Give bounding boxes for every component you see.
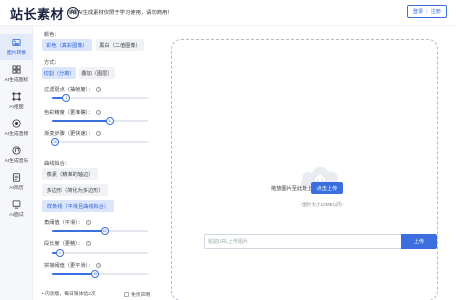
help-icon[interactable]: ? xyxy=(85,220,91,226)
ai-icon-icon xyxy=(12,65,21,74)
url-upload-row: 粘贴URL上传图片 上传 xyxy=(204,234,437,249)
curve-option-spline[interactable]: 样条线（平滑且曲线拟合） xyxy=(42,200,114,212)
slider-spot-filter[interactable]: 4 xyxy=(52,93,148,103)
top-header: 站长素材 AI 所有AI生成素材仅限于学习使用，请勿商用！ 登录 | 注册 xyxy=(0,0,456,26)
slider-label-splice-threshold: 拼接阈值（更平滑）：? xyxy=(44,263,102,269)
mode-option-overlay[interactable]: 叠加（图层） xyxy=(79,67,115,79)
url-upload-button[interactable]: 上传 xyxy=(401,234,437,249)
slider-fill xyxy=(52,273,96,275)
curve-fit-label: 曲线拟合： xyxy=(44,161,70,167)
slider-label-corner-threshold: 角阈值（平滑）：? xyxy=(44,220,91,226)
nav-label: AI简历 xyxy=(9,186,24,191)
curve-option-pixel[interactable]: 像素（精准的轴边） xyxy=(42,168,98,180)
disclaimer-checkbox[interactable]: 免责声明 xyxy=(124,291,150,298)
nav-label: AI生成音乐 xyxy=(4,159,29,164)
nav-label: 图片转换 xyxy=(6,51,27,56)
color-option-binary[interactable]: 黑白（二值图像） xyxy=(96,39,144,51)
click-upload-button[interactable]: 点击上传 xyxy=(311,182,343,194)
resume-icon xyxy=(12,173,21,182)
left-nav: 图片转换 AI生成图标 AI抠图 AI生成音频 AI生成音乐 AI简历 AI面试 xyxy=(0,26,33,300)
slider-fill xyxy=(52,120,110,122)
checkbox-box[interactable] xyxy=(124,292,129,297)
nav-item-ai-interview[interactable]: AI面试 xyxy=(0,196,33,222)
slider-color-precision[interactable]: 6 xyxy=(52,116,148,126)
nav-item-ai-audio[interactable]: AI生成音频 xyxy=(0,115,33,141)
slider-splice-threshold[interactable]: 45 xyxy=(52,269,148,279)
nav-label: AI面试 xyxy=(9,213,24,218)
nav-item-ai-icon[interactable]: AI生成图标 xyxy=(0,61,33,87)
curve-option-polygon[interactable]: 多边形（简化为多边形） xyxy=(42,184,108,196)
cutout-icon xyxy=(12,92,21,101)
nav-label: AI生成图标 xyxy=(4,78,29,83)
slider-label-color-precision: 色彩精度（更准确）：? xyxy=(44,110,102,116)
main-area: 拖放图片至此处上传，或 点击上传 - 图片大小10MB以内 - 粘贴URL上传图… xyxy=(156,26,456,300)
slider-corner-threshold[interactable]: 60 xyxy=(52,226,148,236)
nav-item-image-convert[interactable]: 图片转换 xyxy=(0,34,33,60)
slider-segment-length[interactable]: 4 xyxy=(52,248,148,258)
audio-icon xyxy=(12,119,21,128)
mode-label: 方式： xyxy=(44,60,60,66)
help-icon[interactable]: ? xyxy=(85,241,91,247)
nav-item-ai-resume[interactable]: AI简历 xyxy=(0,169,33,195)
mode-option-split[interactable]: 切割（分离） xyxy=(42,67,76,79)
help-icon[interactable]: ? xyxy=(96,110,102,116)
usage-notice: 所有AI生成素材仅限于学习使用，请勿商用！ xyxy=(67,10,173,16)
slider-label-spot-filter: 过滤斑点（抽帧度）：? xyxy=(44,87,102,93)
nav-item-ai-music[interactable]: AI生成音乐 xyxy=(0,142,33,168)
slider-thumb[interactable]: 4 xyxy=(62,94,71,102)
slider-label-segment-length: 段长度（更精）：? xyxy=(44,241,91,247)
usage-limit-text: • 内测版，每日限体验2次 xyxy=(42,292,96,297)
slider-thumb[interactable]: 16 xyxy=(50,138,59,146)
help-icon[interactable]: ? xyxy=(96,263,102,269)
logo-text: 站长素材 xyxy=(10,7,65,23)
auth-button-group: 登录 | 注册 xyxy=(406,5,447,18)
color-label: 颜色： xyxy=(44,32,60,38)
image-icon xyxy=(12,38,21,47)
upload-dropzone[interactable]: 拖放图片至此处上传，或 点击上传 - 图片大小10MB以内 - 粘贴URL上传图… xyxy=(171,39,438,300)
slider-label-gradient-steps: 渐变步骤（更快速）：? xyxy=(44,131,102,137)
settings-panel: 颜色： 彩色（真彩图像） 黑白（二值图像） 方式： 切割（分离） 叠加（图层） … xyxy=(34,26,156,300)
nav-item-ai-cutout[interactable]: AI抠图 xyxy=(0,88,33,114)
slider-thumb[interactable]: 45 xyxy=(91,270,100,278)
usage-limit-row: • 内测版，每日限体验2次 免责声明 xyxy=(42,290,154,300)
register-link[interactable]: 注册 xyxy=(431,8,441,15)
nav-label: AI生成音频 xyxy=(4,132,29,137)
size-limit-note: - 图片大小10MB以内 - xyxy=(299,202,345,207)
nav-label: AI抠图 xyxy=(9,105,24,110)
slider-thumb[interactable]: 60 xyxy=(100,227,109,235)
slider-track xyxy=(52,141,148,143)
slider-fill xyxy=(52,230,105,232)
help-icon[interactable]: ? xyxy=(96,87,102,93)
auth-separator: | xyxy=(426,8,428,15)
login-link[interactable]: 登录 xyxy=(413,8,423,15)
interview-icon xyxy=(12,200,21,209)
slider-gradient-steps[interactable]: 16 xyxy=(50,137,148,147)
disclaimer-label: 免责声明 xyxy=(131,293,151,298)
slider-track xyxy=(52,252,148,254)
url-input[interactable]: 粘贴URL上传图片 xyxy=(204,234,401,249)
help-icon[interactable]: ? xyxy=(96,131,102,137)
slider-thumb[interactable]: 6 xyxy=(105,117,114,125)
slider-thumb[interactable]: 4 xyxy=(55,249,64,257)
color-option-true-color[interactable]: 彩色（真彩图像） xyxy=(42,39,92,51)
music-icon xyxy=(12,146,21,155)
